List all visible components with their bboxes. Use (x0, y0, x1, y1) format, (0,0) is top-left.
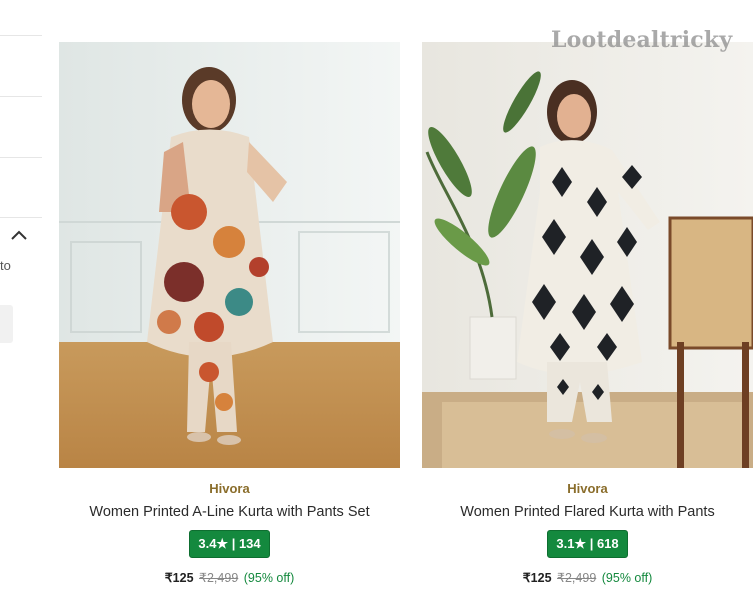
filter-sidebar: to (0, 0, 42, 606)
product-image[interactable] (59, 42, 400, 468)
sidebar-input-fragment[interactable] (0, 305, 13, 343)
product-title[interactable]: Women Printed Flared Kurta with Pants (422, 504, 753, 520)
product-title[interactable]: Women Printed A-Line Kurta with Pants Se… (59, 504, 400, 520)
price-row: ₹125 ₹2,499 (95% off) (422, 570, 753, 585)
rating-badge: 3.4★ | 134 (189, 530, 270, 558)
original-price: ₹2,499 (199, 571, 239, 585)
sidebar-divider (0, 157, 42, 158)
sidebar-divider (0, 35, 42, 36)
discount-label: (95% off) (601, 571, 653, 585)
original-price: ₹2,499 (557, 571, 597, 585)
product-card[interactable]: Hivora Women Printed Flared Kurta with P… (422, 42, 753, 585)
rating-badge: 3.1★ | 618 (547, 530, 628, 558)
price-row: ₹125 ₹2,499 (95% off) (59, 570, 400, 585)
chevron-up-icon[interactable] (10, 228, 28, 242)
product-card[interactable]: Hivora Women Printed A-Line Kurta with P… (59, 42, 400, 585)
selling-price: ₹125 (522, 571, 552, 585)
watermark-text: Lootdealtricky (551, 27, 733, 53)
product-image[interactable] (422, 42, 753, 468)
sidebar-truncated-text: to (0, 258, 11, 273)
product-brand: Hivora (567, 481, 608, 496)
sidebar-divider (0, 96, 42, 97)
sidebar-divider (0, 217, 42, 218)
discount-label: (95% off) (243, 571, 295, 585)
product-brand: Hivora (209, 481, 250, 496)
selling-price: ₹125 (164, 571, 194, 585)
